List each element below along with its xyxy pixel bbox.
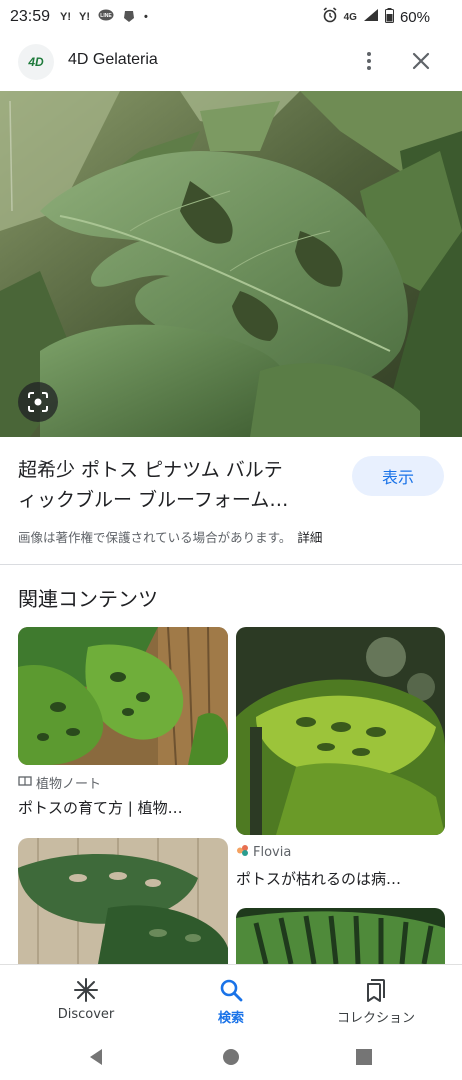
battery-percent: 60% <box>399 8 430 26</box>
source-name: 植物ノート <box>36 777 102 792</box>
nav-discover[interactable]: Discover <box>26 965 146 1035</box>
line-notification-icon: LINE <box>98 9 114 26</box>
copyright-notice: 画像は著作権で保護されている場合があります。 詳細 <box>18 527 322 546</box>
related-card-title-2[interactable]: ポトスが枯れるのは病… <box>236 868 401 889</box>
site-name[interactable]: 4D Gelateria <box>68 51 158 69</box>
visit-button[interactable]: 表示 <box>352 456 444 496</box>
site-logo: 4D <box>18 44 54 80</box>
collections-icon <box>367 979 385 1002</box>
result-title-line1: 超希少 ポトス ピナツム バルテ <box>18 459 283 481</box>
related-heading: 関連コンテンツ <box>18 587 158 611</box>
status-bar: 23:59 Y! Y! LINE • 4G 60% <box>0 0 462 34</box>
lens-icon <box>28 392 48 412</box>
related-card-source-1: 植物ノート <box>18 773 101 792</box>
recents-button[interactable] <box>350 1043 378 1071</box>
nav-label: Discover <box>57 1007 115 1022</box>
source-name: Flovia <box>253 845 292 860</box>
system-navigation <box>0 1034 462 1080</box>
app-notification-icon <box>122 9 136 26</box>
result-title[interactable]: 超希少 ポトス ピナツム バルテ ィックブルー ブルーフォーム… <box>18 455 340 515</box>
flovia-icon <box>236 844 249 861</box>
related-card-image-1[interactable] <box>18 627 228 765</box>
close-icon <box>412 52 430 70</box>
divider <box>0 564 462 565</box>
nav-search[interactable]: 検索 <box>171 965 291 1035</box>
nav-label: 検索 <box>217 1011 244 1026</box>
bottom-navigation: Discover 検索 コレクション <box>0 964 462 1034</box>
related-card-image-3[interactable] <box>18 838 228 964</box>
signal-icon <box>363 8 379 26</box>
asterisk-icon <box>74 978 98 1002</box>
related-card-title-1[interactable]: ポトスの育て方 | 植物… <box>18 797 183 818</box>
related-card-image-4[interactable] <box>236 908 445 964</box>
status-time: 23:59 <box>10 8 51 25</box>
battery-icon <box>384 7 394 27</box>
yahoo-notification-icon-2: Y! <box>79 11 91 23</box>
nav-label: コレクション <box>336 1011 415 1026</box>
back-button[interactable] <box>82 1043 110 1071</box>
copyright-text: 画像は著作権で保護されている場合があります。 <box>18 530 292 545</box>
status-right: 4G 60% <box>322 0 430 34</box>
notebook-icon <box>18 775 32 791</box>
close-button[interactable] <box>406 46 436 76</box>
back-triangle-icon <box>90 1049 102 1065</box>
related-card-image-2[interactable] <box>236 627 445 835</box>
network-type: 4G <box>343 11 357 23</box>
home-circle-icon <box>223 1049 239 1065</box>
home-button[interactable] <box>217 1043 245 1071</box>
detail-link[interactable]: 詳細 <box>297 530 322 545</box>
lens-button[interactable] <box>18 382 58 422</box>
more-vert-icon <box>367 52 371 56</box>
alarm-icon <box>322 7 338 27</box>
nav-collections[interactable]: コレクション <box>316 965 436 1035</box>
svg-text:LINE: LINE <box>100 13 112 19</box>
result-title-line2: ィックブルー ブルーフォーム… <box>18 489 289 511</box>
more-options-button[interactable] <box>356 46 382 76</box>
notification-dot-icon: • <box>144 11 148 23</box>
header-bar: 4D 4D Gelateria <box>0 34 462 90</box>
main-image[interactable] <box>0 91 462 437</box>
search-icon <box>220 979 243 1002</box>
related-card-source-2: Flovia <box>236 844 291 861</box>
yahoo-notification-icon: Y! <box>60 11 72 23</box>
recents-square-icon <box>356 1049 372 1065</box>
